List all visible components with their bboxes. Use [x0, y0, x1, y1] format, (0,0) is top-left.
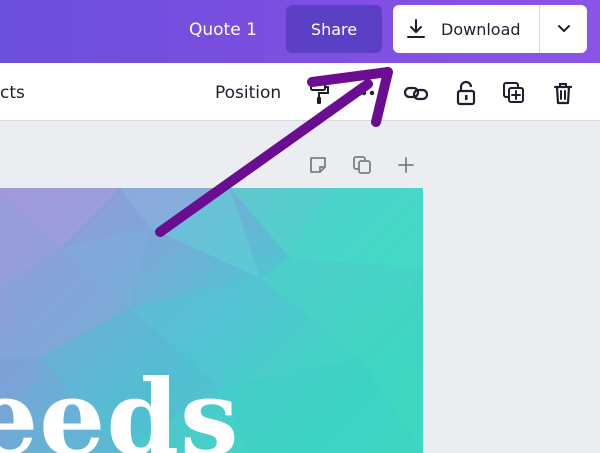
download-icon: [407, 19, 425, 38]
download-label: Download: [441, 19, 521, 39]
download-button[interactable]: Download: [393, 5, 539, 53]
download-button-group: Download: [393, 5, 587, 53]
top-bar: Quote 1 Share Download: [0, 0, 600, 63]
unlock-icon[interactable]: [453, 80, 479, 106]
download-dropdown-button[interactable]: [540, 5, 587, 53]
copy-icon[interactable]: [352, 155, 372, 175]
plus-icon[interactable]: [396, 155, 416, 175]
effects-button[interactable]: cts: [0, 83, 25, 103]
design-text[interactable]: eeds: [0, 366, 240, 453]
more-options-icon[interactable]: [353, 80, 375, 106]
note-icon[interactable]: [308, 155, 328, 175]
editor-toolbar: cts Position: [0, 63, 600, 121]
share-button[interactable]: Share: [286, 5, 382, 53]
duplicate-page-icon[interactable]: [501, 80, 527, 106]
document-title[interactable]: Quote 1: [189, 20, 257, 40]
link-icon[interactable]: [403, 80, 429, 106]
chevron-down-icon: [557, 25, 570, 32]
position-button[interactable]: Position: [215, 83, 281, 103]
paint-roller-icon[interactable]: [306, 80, 332, 106]
design-page[interactable]: eeds: [0, 188, 423, 453]
trash-icon[interactable]: [550, 80, 576, 106]
